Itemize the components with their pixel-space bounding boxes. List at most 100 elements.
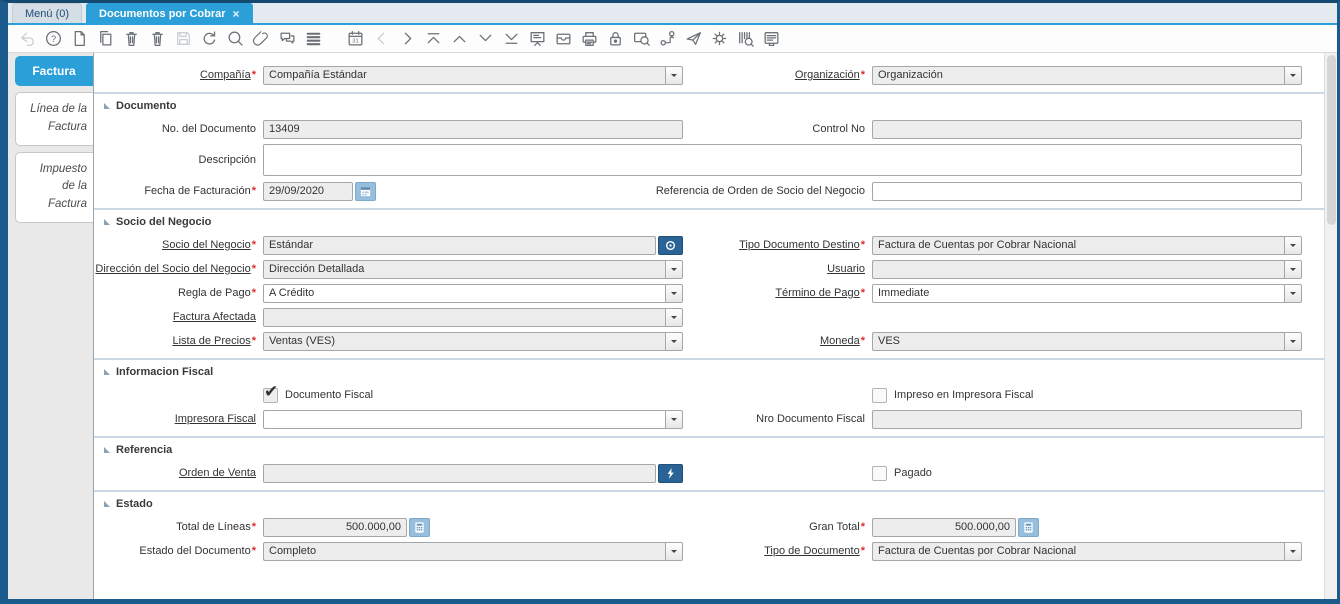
- payment-rule-dropdown-icon[interactable]: [665, 283, 683, 303]
- company-input[interactable]: Compañía Estándar: [263, 65, 665, 85]
- organization-label[interactable]: Organización *: [690, 69, 865, 81]
- user-input[interactable]: [872, 259, 1284, 279]
- fiscal-document-no-field-area: [872, 409, 1302, 429]
- print-icon[interactable]: [580, 29, 599, 48]
- attachment-icon[interactable]: [252, 29, 271, 48]
- price-list-dropdown-icon[interactable]: [665, 331, 683, 351]
- bp-order-reference-input[interactable]: [872, 181, 1302, 201]
- close-tab-icon[interactable]: ×: [233, 8, 240, 20]
- company-label[interactable]: Compañía *: [94, 69, 256, 81]
- affected-invoice-dropdown-icon[interactable]: [665, 307, 683, 327]
- organization-input[interactable]: Organización: [872, 65, 1284, 85]
- scrollbar-thumb[interactable]: [1327, 55, 1336, 225]
- sales-order-label[interactable]: Orden de Venta: [94, 467, 256, 479]
- previous-record-icon[interactable]: [450, 29, 469, 48]
- printed-on-fiscal-printer-checkbox[interactable]: [872, 387, 887, 403]
- collapse-triangle-icon[interactable]: [104, 103, 110, 109]
- paid-checkbox[interactable]: [872, 465, 887, 481]
- collapse-triangle-icon[interactable]: [104, 369, 110, 375]
- toggle-grid-icon[interactable]: [304, 29, 323, 48]
- company-dropdown-icon[interactable]: [665, 65, 683, 85]
- currency-input[interactable]: VES: [872, 331, 1284, 351]
- archive-icon[interactable]: [554, 29, 573, 48]
- fiscal-printer-label[interactable]: Impresora Fiscal: [94, 413, 256, 425]
- user-label[interactable]: Usuario: [690, 263, 865, 275]
- payment-rule-label: Regla de Pago *: [177, 287, 256, 299]
- vertical-scrollbar[interactable]: [1324, 53, 1337, 599]
- payment-term-required-mark: *: [860, 287, 865, 299]
- business-partner-label[interactable]: Socio del Negocio *: [94, 239, 256, 251]
- partner-address-dropdown-icon[interactable]: [665, 259, 683, 279]
- tab-linea-de-la-factura[interactable]: Línea de la Factura: [15, 92, 93, 146]
- grand-total-input[interactable]: 500.000,00: [872, 517, 1016, 537]
- document-no-input[interactable]: 13409: [263, 119, 683, 139]
- document-type-input[interactable]: Factura de Cuentas por Cobrar Nacional: [872, 541, 1284, 561]
- target-document-type-input[interactable]: Factura de Cuentas por Cobrar Nacional: [872, 235, 1284, 255]
- document-type-label[interactable]: Tipo de Documento *: [690, 545, 865, 557]
- currency-dropdown-icon[interactable]: [1284, 331, 1302, 351]
- fiscal-printer-dropdown-icon[interactable]: [665, 409, 683, 429]
- collapse-triangle-icon[interactable]: [104, 501, 110, 507]
- grand-total-calculator-button[interactable]: [1018, 517, 1039, 537]
- delete-record-icon[interactable]: [122, 29, 141, 48]
- chat-icon[interactable]: [278, 29, 297, 48]
- invoice-date-calendar-button[interactable]: [355, 181, 376, 201]
- section-title: Socio del Negocio: [116, 216, 212, 228]
- price-list-input[interactable]: Ventas (VES): [263, 331, 665, 351]
- sales-order-input[interactable]: [263, 463, 656, 483]
- calendar-icon[interactable]: 31: [346, 29, 365, 48]
- partner-address-input[interactable]: Dirección Detallada: [263, 259, 665, 279]
- help-icon[interactable]: ?: [44, 29, 63, 48]
- sales-order-zoom-button[interactable]: [658, 463, 683, 483]
- next-record-icon[interactable]: [476, 29, 495, 48]
- report-icon[interactable]: [528, 29, 547, 48]
- affected-invoice-input[interactable]: [263, 307, 665, 327]
- partner-address-label[interactable]: Dirección del Socio del Negocio *: [94, 263, 256, 275]
- fiscal-printer-input[interactable]: [263, 409, 665, 429]
- new-record-icon[interactable]: [70, 29, 89, 48]
- document-status-input[interactable]: Completo: [263, 541, 665, 561]
- invoice-date-input[interactable]: 29/09/2020: [263, 181, 353, 201]
- delete-selection-icon[interactable]: [148, 29, 167, 48]
- fiscal-document-no-input[interactable]: [872, 409, 1302, 429]
- refresh-icon[interactable]: [200, 29, 219, 48]
- window-report-icon[interactable]: [762, 29, 781, 48]
- documentos-por-cobrar-tab[interactable]: Documentos por Cobrar ×: [86, 3, 253, 23]
- lock-icon[interactable]: [606, 29, 625, 48]
- description-input[interactable]: [263, 144, 1302, 176]
- fiscal-document-checkbox[interactable]: [263, 382, 278, 403]
- price-list-label[interactable]: Lista de Precios *: [94, 335, 256, 347]
- process-icon[interactable]: [710, 29, 729, 48]
- zoom-across-icon[interactable]: [632, 29, 651, 48]
- copy-record-icon[interactable]: [96, 29, 115, 48]
- workflow-icon[interactable]: [658, 29, 677, 48]
- target-document-type-dropdown-icon[interactable]: [1284, 235, 1302, 255]
- target-document-type-label[interactable]: Tipo Documento Destino *: [690, 239, 865, 251]
- collapse-triangle-icon[interactable]: [104, 219, 110, 225]
- tab-factura[interactable]: Factura: [15, 56, 93, 86]
- payment-rule-input[interactable]: A Crédito: [263, 283, 665, 303]
- currency-label[interactable]: Moneda *: [690, 335, 865, 347]
- tab-impuesto-de-la-factura[interactable]: Impuesto de la Factura: [15, 151, 93, 224]
- payment-term-input[interactable]: Immediate: [872, 283, 1284, 303]
- first-record-icon[interactable]: [424, 29, 443, 48]
- find-icon[interactable]: [226, 29, 245, 48]
- control-no-input[interactable]: [872, 119, 1302, 139]
- product-info-icon[interactable]: [736, 29, 755, 48]
- request-icon[interactable]: [684, 29, 703, 48]
- document-type-dropdown-icon[interactable]: [1284, 541, 1302, 561]
- total-lines-calculator-button[interactable]: [409, 517, 430, 537]
- menu-tab[interactable]: Menú (0): [12, 3, 83, 23]
- business-partner-input[interactable]: Estándar: [263, 235, 656, 255]
- payment-term-dropdown-icon[interactable]: [1284, 283, 1302, 303]
- last-record-icon[interactable]: [502, 29, 521, 48]
- business-partner-search-button[interactable]: [658, 235, 683, 255]
- detail-record-icon[interactable]: [398, 29, 417, 48]
- user-dropdown-icon[interactable]: [1284, 259, 1302, 279]
- payment-term-label[interactable]: Término de Pago *: [690, 287, 865, 299]
- total-lines-input[interactable]: 500.000,00: [263, 517, 407, 537]
- document-status-dropdown-icon[interactable]: [665, 541, 683, 561]
- collapse-triangle-icon[interactable]: [104, 447, 110, 453]
- affected-invoice-label[interactable]: Factura Afectada: [94, 311, 256, 323]
- organization-dropdown-icon[interactable]: [1284, 65, 1302, 85]
